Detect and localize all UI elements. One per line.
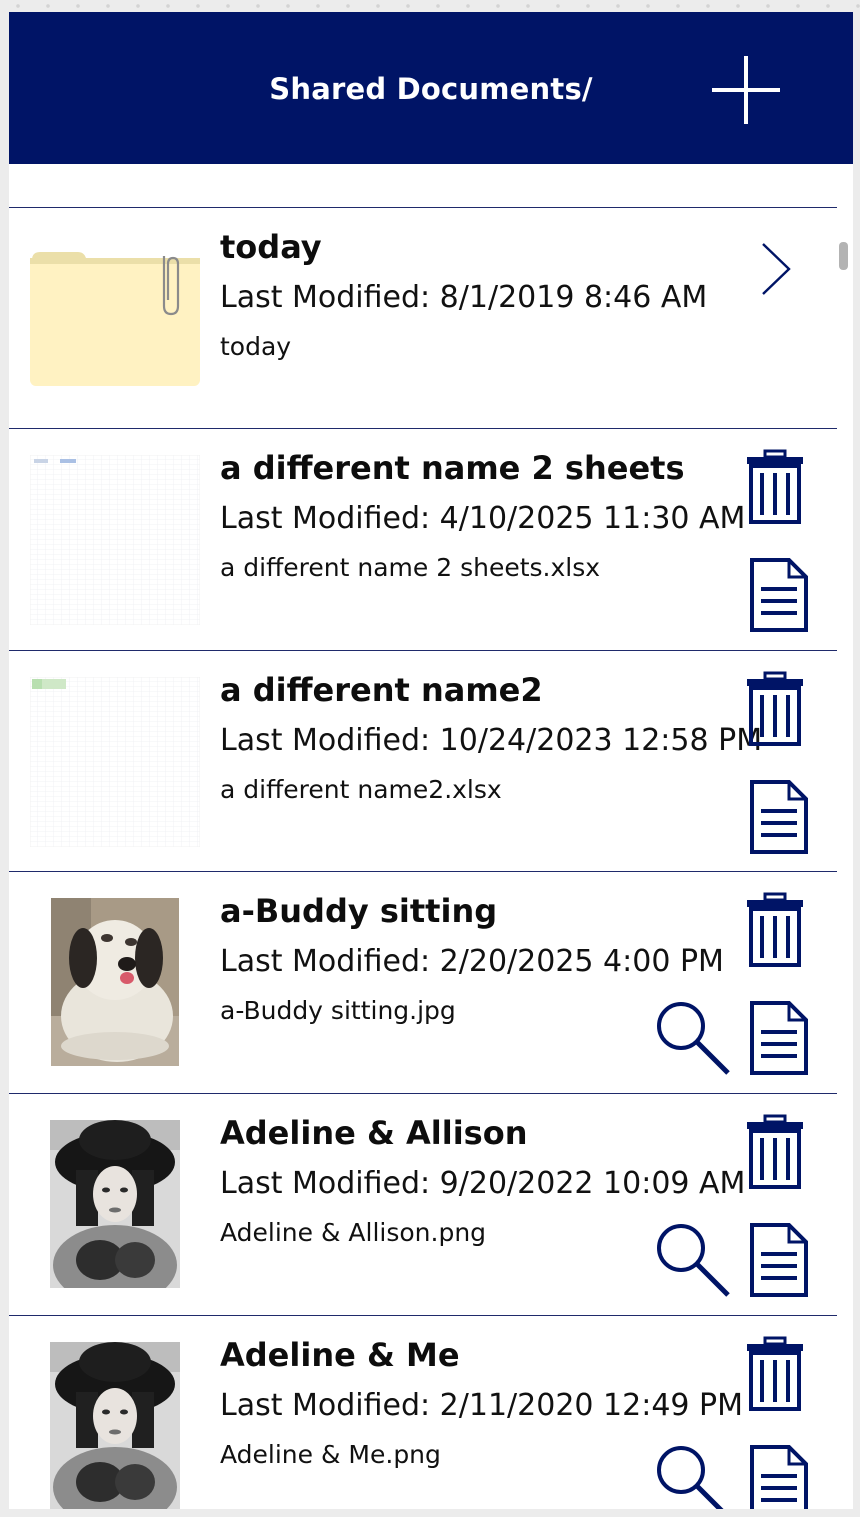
item-modified: Last Modified: 2/11/2020 12:49 PM	[220, 1388, 744, 1423]
header-bar: Shared Documents/	[9, 12, 853, 164]
open-document-button[interactable]	[749, 1000, 809, 1076]
delete-button[interactable]	[745, 1114, 805, 1190]
item-title: a different name2	[220, 671, 543, 709]
item-modified: Last Modified: 8/1/2019 8:46 AM	[220, 280, 708, 315]
trash-icon	[747, 892, 803, 967]
document-icon	[750, 780, 808, 854]
documents-list[interactable]: today Last Modified: 8/1/2019 8:46 AM to…	[9, 164, 837, 1509]
item-filename: Adeline & Me.png	[220, 1440, 441, 1469]
magnifier-icon	[657, 1446, 724, 1509]
scrollbar-thumb[interactable]	[839, 242, 848, 270]
preview-button[interactable]	[655, 1444, 731, 1509]
delete-button[interactable]	[745, 671, 805, 747]
spreadsheet-thumbnail	[30, 455, 200, 625]
magnifier-icon	[657, 1002, 730, 1075]
chevron-right-icon	[762, 243, 791, 295]
item-title: Adeline & Allison	[220, 1114, 528, 1152]
delete-button[interactable]	[745, 892, 805, 968]
open-document-button[interactable]	[749, 779, 809, 855]
list-item[interactable]: Adeline & Allison Last Modified: 9/20/20…	[9, 1093, 837, 1314]
item-filename: a different name2.xlsx	[220, 775, 502, 804]
item-title: a-Buddy sitting	[220, 892, 498, 930]
item-title: Adeline & Me	[220, 1336, 460, 1374]
trash-icon	[747, 1336, 803, 1411]
app-screen: Shared Documents/ today Last Modified: 8…	[9, 12, 853, 1509]
document-icon	[750, 1445, 808, 1509]
delete-button[interactable]	[745, 1336, 805, 1412]
list-item[interactable]: today Last Modified: 8/1/2019 8:46 AM to…	[9, 207, 837, 428]
open-folder-button[interactable]	[759, 242, 795, 296]
item-filename: a different name 2 sheets.xlsx	[220, 553, 601, 582]
add-button[interactable]	[709, 53, 783, 127]
list-item[interactable]: a different name2 Last Modified: 10/24/2…	[9, 650, 837, 871]
item-modified: Last Modified: 4/10/2025 11:30 AM	[220, 501, 746, 536]
preview-button[interactable]	[655, 1222, 731, 1298]
trash-icon	[747, 449, 803, 524]
item-modified: Last Modified: 9/20/2022 10:09 AM	[220, 1166, 746, 1201]
portrait-photo	[50, 1120, 180, 1288]
item-filename: today	[220, 332, 292, 361]
open-document-button[interactable]	[749, 1222, 809, 1298]
preview-button[interactable]	[655, 1000, 731, 1076]
spreadsheet-thumbnail	[30, 677, 200, 847]
trash-icon	[747, 1114, 803, 1189]
list-item[interactable]: Adeline & Me Last Modified: 2/11/2020 12…	[9, 1315, 837, 1509]
item-modified: Last Modified: 10/24/2023 12:58 PM	[220, 723, 763, 758]
item-filename: a-Buddy sitting.jpg	[220, 996, 456, 1025]
magnifier-icon	[657, 1224, 730, 1297]
item-title: today	[220, 228, 322, 266]
item-title: a different name 2 sheets	[220, 449, 685, 487]
document-icon	[750, 1223, 808, 1297]
top-dotted-border	[0, 0, 860, 12]
item-modified: Last Modified: 2/20/2025 4:00 PM	[220, 944, 724, 979]
document-icon	[750, 1001, 808, 1075]
trash-icon	[747, 671, 803, 746]
delete-button[interactable]	[745, 449, 805, 525]
folder-icon	[30, 250, 200, 386]
portrait-photo	[50, 1342, 180, 1509]
document-icon	[750, 558, 808, 632]
item-filename: Adeline & Allison.png	[220, 1218, 487, 1247]
open-document-button[interactable]	[749, 1444, 809, 1509]
list-item[interactable]: a different name 2 sheets Last Modified:…	[9, 428, 837, 649]
open-document-button[interactable]	[749, 557, 809, 633]
plus-icon	[712, 56, 780, 124]
dog-photo	[51, 898, 179, 1066]
list-item[interactable]: a-Buddy sitting Last Modified: 2/20/2025…	[9, 871, 837, 1092]
